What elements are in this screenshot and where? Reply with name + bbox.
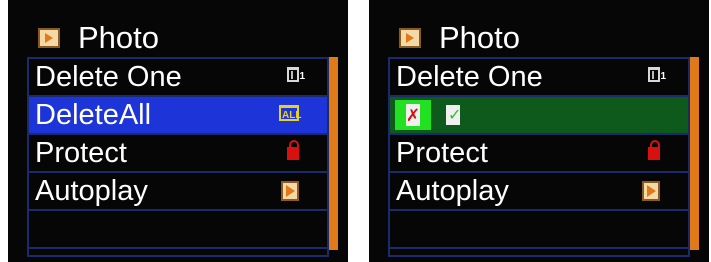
menu-item-autoplay[interactable]: Autoplay	[29, 173, 327, 211]
menu-item-empty	[390, 211, 688, 249]
camera-screen-confirm: Photo Delete One 1 ✗ ✓ Protect Autoplay	[369, 0, 709, 262]
menu-item-delete-one[interactable]: Delete One 1	[390, 59, 688, 97]
menu-header: Photo	[38, 18, 159, 58]
scrollbar[interactable]	[329, 57, 338, 250]
delete-file-icon: ✗	[405, 104, 421, 126]
menu-item-empty	[29, 211, 327, 249]
camera-screen-menu: Photo Delete One 1 DeleteAll ALL Protect…	[8, 0, 348, 262]
menu-item-protect[interactable]: Protect	[390, 135, 688, 173]
menu-item-label: Protect	[35, 137, 127, 169]
photo-menu: Delete One 1 ✗ ✓ Protect Autoplay	[388, 57, 690, 257]
menu-item-autoplay[interactable]: Autoplay	[390, 173, 688, 211]
menu-item-delete-one[interactable]: Delete One 1	[29, 59, 327, 97]
menu-item-label: DeleteAll	[35, 99, 152, 131]
menu-item-protect[interactable]: Protect	[29, 135, 327, 173]
lock-icon	[648, 140, 660, 160]
menu-item-label: Autoplay	[396, 175, 509, 207]
menu-item-label: Delete One	[35, 61, 182, 93]
photo-icon	[399, 28, 421, 48]
photo-menu: Delete One 1 DeleteAll ALL Protect Autop…	[27, 57, 329, 257]
page-title: Photo	[439, 20, 521, 55]
menu-item-label: Autoplay	[35, 175, 148, 207]
photo-icon	[38, 28, 60, 48]
scrollbar[interactable]	[690, 57, 699, 250]
confirm-delete-button[interactable]: ✗	[395, 100, 431, 130]
check-icon: ✓	[448, 107, 462, 124]
keep-file-icon: ✓	[446, 105, 462, 125]
trash-all-icon: ALL	[279, 105, 301, 121]
menu-item-label: Protect	[396, 137, 488, 169]
lock-icon	[287, 140, 299, 160]
menu-item-delete-all[interactable]: DeleteAll ALL	[29, 97, 327, 135]
menu-header: Photo	[399, 18, 520, 58]
page-title: Photo	[78, 20, 160, 55]
trash-icon: 1	[648, 67, 666, 82]
delete-all-confirm-row: ✗ ✓	[390, 97, 688, 135]
play-icon	[642, 181, 660, 201]
trash-icon: 1	[287, 67, 305, 82]
cancel-delete-button[interactable]: ✓	[436, 100, 470, 130]
play-icon	[281, 181, 299, 201]
menu-item-label: Delete One	[396, 61, 543, 93]
